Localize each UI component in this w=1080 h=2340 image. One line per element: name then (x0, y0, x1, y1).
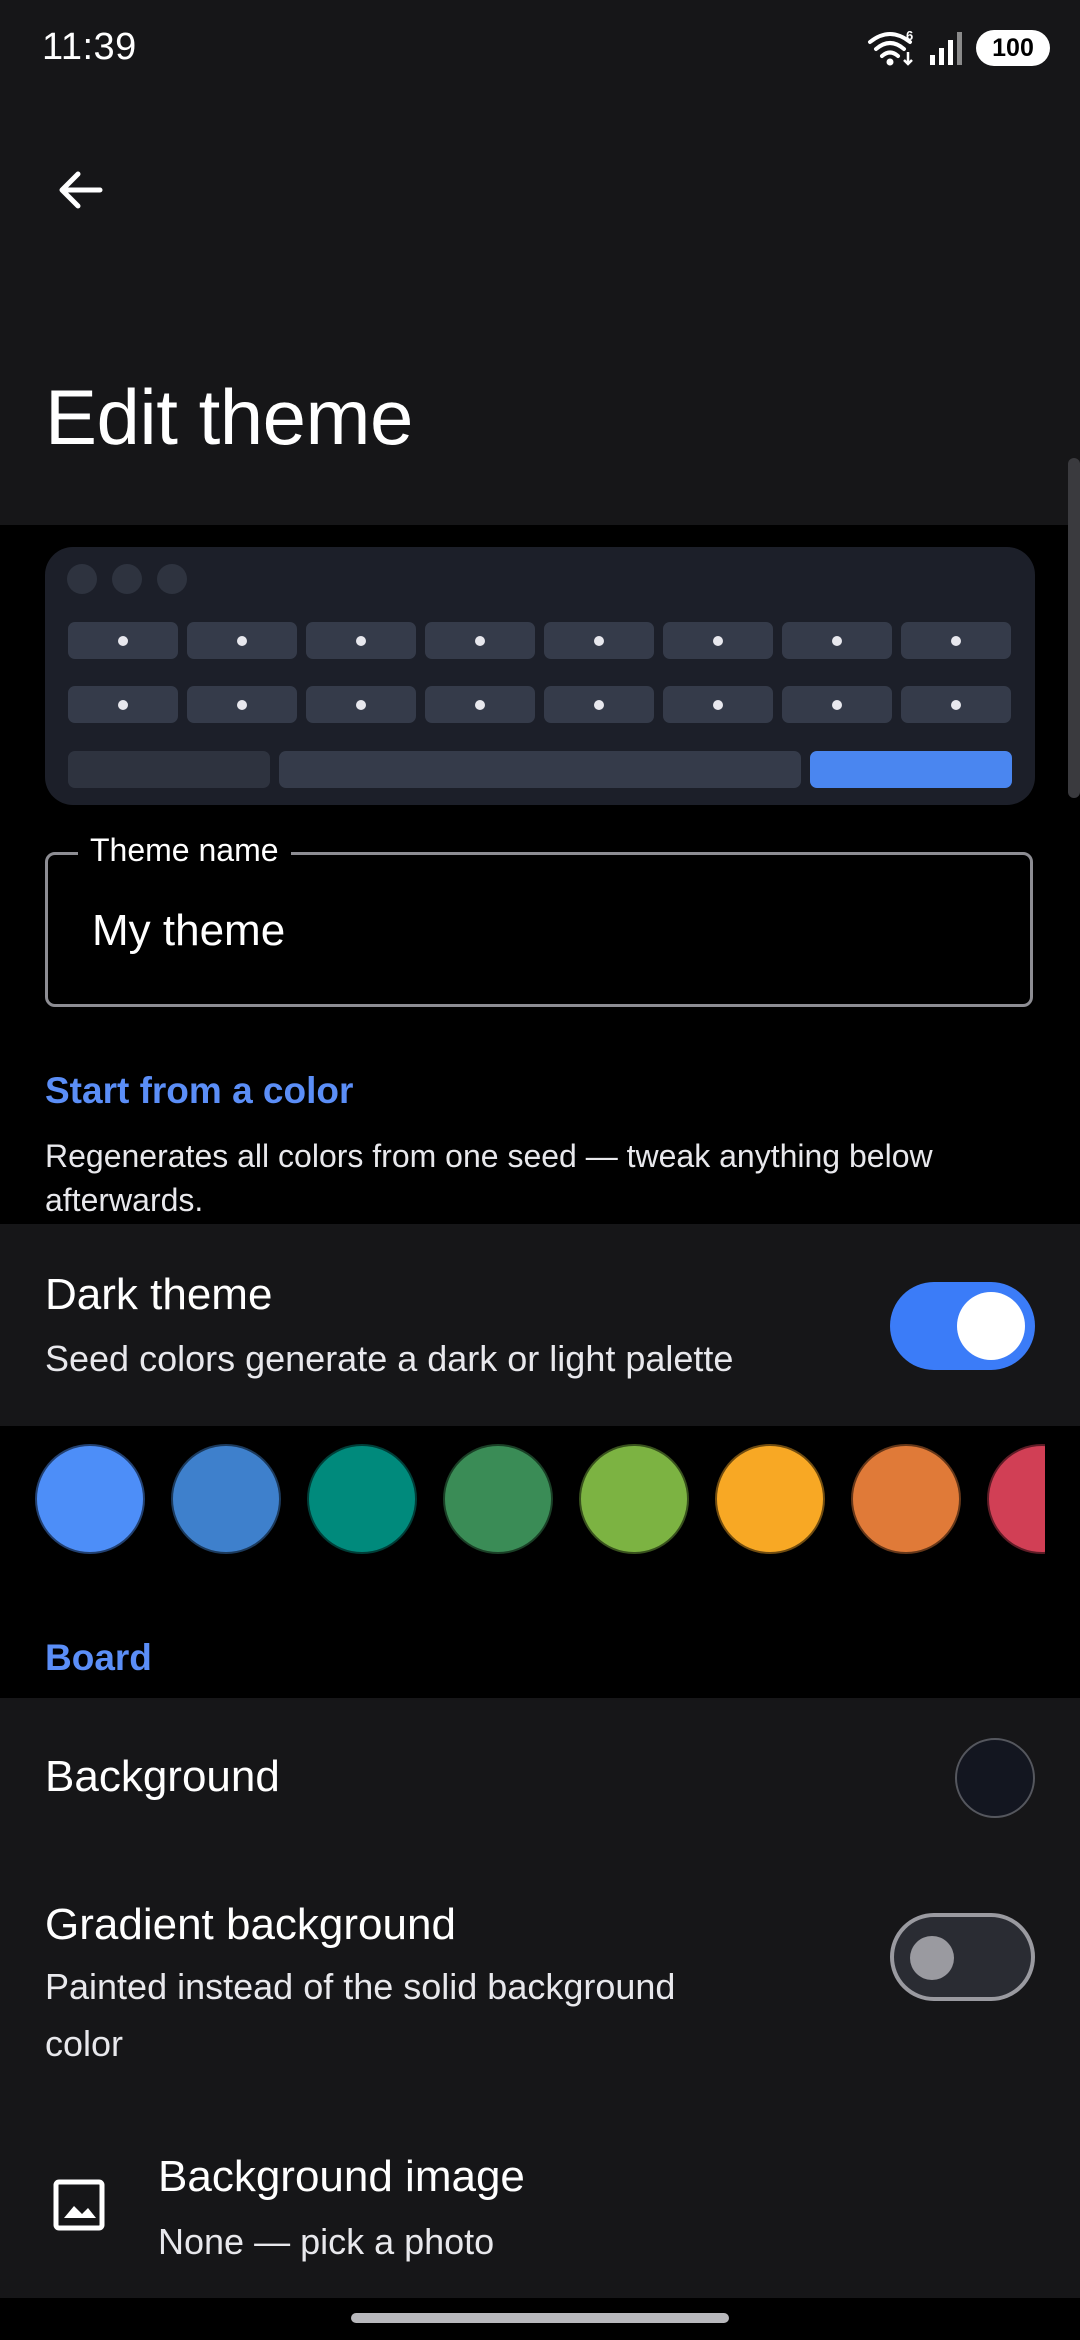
wifi-icon: 6 (868, 28, 913, 66)
color-swatch[interactable] (715, 1444, 825, 1554)
theme-name-label: Theme name (78, 832, 291, 869)
status-icons: 6 100 (866, 28, 1050, 68)
keyboard-preview (45, 547, 1035, 805)
preview-key (663, 686, 773, 723)
preview-key (901, 686, 1011, 723)
preview-key (306, 686, 416, 723)
preview-key (68, 686, 178, 723)
preview-key (782, 686, 892, 723)
scrollbar[interactable] (1068, 458, 1080, 798)
gradient-subtitle-line1: Painted instead of the solid background (45, 1966, 676, 2007)
preview-key (68, 622, 178, 659)
preview-key (425, 622, 535, 659)
preview-space-bar (279, 751, 801, 788)
color-swatch[interactable] (987, 1444, 1045, 1554)
preview-key (901, 622, 1011, 659)
preview-key (782, 622, 892, 659)
seed-color-swatches (0, 1426, 1045, 1576)
dark-theme-subtitle: Seed colors generate a dark or light pal… (45, 1338, 734, 1379)
signal-icon (930, 32, 962, 65)
preview-key (544, 686, 654, 723)
status-time: 11:39 (42, 26, 137, 68)
preview-dot (157, 564, 187, 594)
preview-dot (67, 564, 97, 594)
color-swatch[interactable] (443, 1444, 553, 1554)
dark-theme-title: Dark theme (45, 1270, 273, 1319)
home-indicator[interactable] (351, 2313, 729, 2323)
preview-key (187, 622, 297, 659)
preview-accent-key (810, 751, 1012, 788)
toggle-thumb (957, 1292, 1025, 1360)
background-image-title: Background image (158, 2152, 525, 2201)
preview-dot (112, 564, 142, 594)
preview-key (544, 622, 654, 659)
preview-key (425, 686, 535, 723)
color-swatch[interactable] (35, 1444, 145, 1554)
gradient-title: Gradient background (45, 1900, 456, 1949)
color-swatch[interactable] (171, 1444, 281, 1554)
gradient-background-toggle[interactable] (890, 1913, 1035, 2001)
arrow-left-icon (59, 171, 103, 209)
background-image-subtitle: None — pick a photo (158, 2221, 495, 2262)
color-swatch[interactable] (307, 1444, 417, 1554)
background-title: Background (45, 1752, 280, 1801)
back-button[interactable] (40, 150, 120, 230)
dark-theme-toggle[interactable] (890, 1282, 1035, 1370)
image-icon (53, 2179, 105, 2231)
color-swatch[interactable] (579, 1444, 689, 1554)
toggle-thumb (910, 1936, 954, 1980)
preview-bar (68, 751, 270, 788)
preview-key (663, 622, 773, 659)
page-title: Edit theme (45, 373, 413, 461)
start-from-color-heading: Start from a color (45, 1070, 354, 1111)
theme-name-input[interactable] (90, 905, 994, 957)
background-color-preview[interactable] (955, 1738, 1035, 1818)
svg-text:6: 6 (906, 28, 913, 43)
seed-description: Regenerates all colors from one seed — t… (45, 1138, 933, 1218)
preview-key (306, 622, 416, 659)
battery-indicator: 100 (976, 30, 1050, 66)
color-swatch[interactable] (851, 1444, 961, 1554)
board-heading: Board (45, 1637, 152, 1678)
preview-key (187, 686, 297, 723)
gradient-subtitle-line2: color (45, 2023, 124, 2064)
